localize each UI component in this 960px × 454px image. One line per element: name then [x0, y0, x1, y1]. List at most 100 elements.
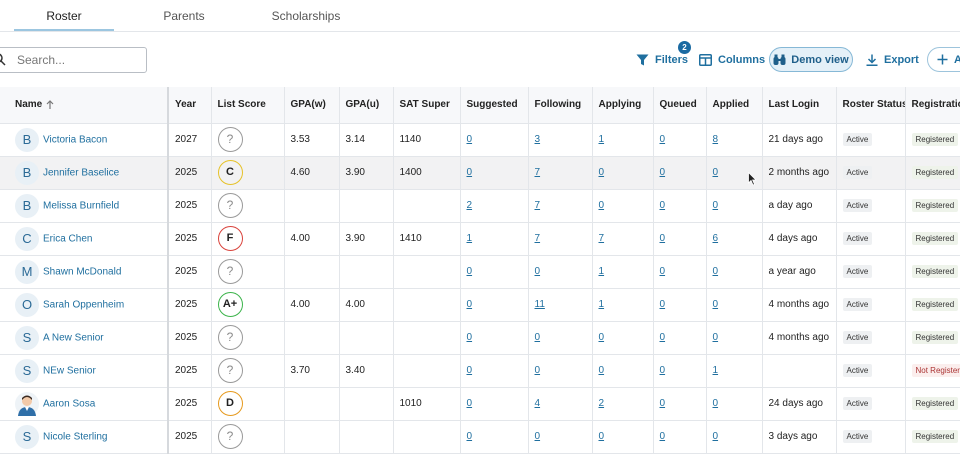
- queued-count-link[interactable]: 0: [660, 200, 666, 211]
- header-gpa-unweighted[interactable]: GPA(u): [339, 87, 394, 124]
- applying-count-link[interactable]: 0: [599, 200, 605, 211]
- applied-count-link[interactable]: 0: [713, 332, 719, 343]
- header-suggested[interactable]: Suggested: [460, 87, 529, 124]
- following-count-link[interactable]: 7: [535, 200, 541, 211]
- header-applied[interactable]: Applied: [706, 87, 763, 124]
- applied-count-link[interactable]: 8: [713, 134, 719, 145]
- applied-count-link[interactable]: 0: [713, 398, 719, 409]
- suggested-count-link[interactable]: 0: [467, 167, 473, 178]
- list-score-badge[interactable]: ?: [217, 358, 243, 383]
- list-score-badge[interactable]: ?: [217, 193, 243, 218]
- suggested-count-link[interactable]: 0: [467, 332, 473, 343]
- queued-count-link[interactable]: 0: [660, 266, 666, 277]
- student-name-link[interactable]: Erica Chen: [43, 233, 92, 244]
- header-list-score[interactable]: List Score: [211, 87, 285, 124]
- queued-count-link[interactable]: 0: [660, 134, 666, 145]
- student-name-link[interactable]: NEw Senior: [43, 365, 96, 376]
- columns-button[interactable]: Columns: [699, 48, 765, 72]
- header-following[interactable]: Following: [528, 87, 593, 124]
- tab-scholarships[interactable]: Scholarships: [256, 0, 356, 32]
- applying-count-link[interactable]: 0: [599, 167, 605, 178]
- table-row[interactable]: B Melissa Burnfield 2025? 2 7 0 0 0 a day ago Act…: [0, 189, 960, 223]
- following-count-link[interactable]: 4: [535, 398, 541, 409]
- search-input[interactable]: [17, 51, 137, 69]
- table-row[interactable]: S NEw Senior 2025? 3.70 3.40 0 0 0 0 1 Active Not R…: [0, 354, 960, 388]
- following-count-link[interactable]: 3: [535, 134, 541, 145]
- list-score-badge[interactable]: F: [217, 226, 243, 251]
- applied-count-link[interactable]: 0: [713, 266, 719, 277]
- table-row[interactable]: B Jennifer Baselice 2025 C 4.60 3.90 1400 0 7 0 0 0…: [0, 156, 960, 190]
- queued-count-link[interactable]: 0: [660, 167, 666, 178]
- applied-count-link[interactable]: 0: [713, 431, 719, 442]
- queued-count-link[interactable]: 0: [660, 365, 666, 376]
- header-queued[interactable]: Queued: [653, 87, 707, 124]
- applying-count-link[interactable]: 7: [599, 233, 605, 244]
- following-count-link[interactable]: 7: [535, 233, 541, 244]
- table-row[interactable]: S A New Senior 2025? 0 0 0 0 0 4 months ago Activ…: [0, 321, 960, 355]
- header-gpa-weighted[interactable]: GPA(w): [284, 87, 340, 124]
- applying-count-link[interactable]: 1: [599, 266, 605, 277]
- following-count-link[interactable]: 7: [535, 167, 541, 178]
- queued-count-link[interactable]: 0: [660, 431, 666, 442]
- list-score-badge[interactable]: ?: [217, 325, 243, 350]
- suggested-count-link[interactable]: 0: [467, 266, 473, 277]
- queued-count-link[interactable]: 0: [660, 332, 666, 343]
- applied-count-link[interactable]: 0: [713, 167, 719, 178]
- applied-count-link[interactable]: 1: [713, 365, 719, 376]
- applied-count-link[interactable]: 0: [713, 299, 719, 310]
- applying-count-link[interactable]: 0: [599, 332, 605, 343]
- applied-count-link[interactable]: 0: [713, 200, 719, 211]
- applied-count-link[interactable]: 6: [713, 233, 719, 244]
- header-applying[interactable]: Applying: [592, 87, 654, 124]
- list-score-badge[interactable]: ?: [217, 127, 243, 152]
- tab-roster[interactable]: Roster: [14, 0, 114, 32]
- table-row[interactable]: B Victoria Bacon 2027? 3.53 3.14 1140 0 3 1 0 8 21 …: [0, 123, 960, 157]
- list-score-badge[interactable]: D: [217, 391, 243, 416]
- following-count-link[interactable]: 0: [535, 266, 541, 277]
- applying-count-link[interactable]: 0: [599, 365, 605, 376]
- list-score-badge[interactable]: A+: [217, 292, 243, 317]
- following-count-link[interactable]: 0: [535, 332, 541, 343]
- header-last-login[interactable]: Last Login: [762, 87, 837, 124]
- suggested-count-link[interactable]: 0: [467, 134, 473, 145]
- student-name-link[interactable]: Victoria Bacon: [43, 134, 107, 145]
- student-name-link[interactable]: Nicole Sterling: [43, 431, 107, 442]
- suggested-count-link[interactable]: 2: [467, 200, 473, 211]
- applying-count-link[interactable]: 0: [599, 431, 605, 442]
- header-sat-super[interactable]: SAT Super: [393, 87, 461, 124]
- add-button[interactable]: A: [927, 47, 960, 72]
- header-name[interactable]: Name: [0, 87, 169, 124]
- student-name-link[interactable]: Shawn McDonald: [43, 266, 121, 277]
- demo-view-button[interactable]: Demo view: [769, 47, 853, 72]
- list-score-badge[interactable]: C: [217, 160, 243, 185]
- suggested-count-link[interactable]: 0: [467, 299, 473, 310]
- following-count-link[interactable]: 11: [535, 299, 545, 310]
- table-row[interactable]: O Sarah Oppenheim 2025 A+ 4.00 4.00 0 11 1 0 0 4 mo…: [0, 288, 960, 322]
- tab-parents[interactable]: Parents: [134, 0, 234, 32]
- table-row[interactable]: S Nicole Sterling 2025? 0 0 0 0 0 3 days ago Acti…: [0, 420, 960, 454]
- table-row[interactable]: M Shawn McDonald 2025? 0 0 1 0 0 a year ago Activ…: [0, 255, 960, 289]
- suggested-count-link[interactable]: 0: [467, 365, 473, 376]
- suggested-count-link[interactable]: 1: [467, 233, 473, 244]
- queued-count-link[interactable]: 0: [660, 299, 666, 310]
- student-name-link[interactable]: Jennifer Baselice: [43, 167, 119, 178]
- header-roster-status[interactable]: Roster Status: [836, 87, 906, 124]
- applying-count-link[interactable]: 2: [599, 398, 605, 409]
- following-count-link[interactable]: 0: [535, 365, 541, 376]
- list-score-badge[interactable]: ?: [217, 424, 243, 449]
- student-name-link[interactable]: A New Senior: [43, 332, 104, 343]
- following-count-link[interactable]: 0: [535, 431, 541, 442]
- header-year[interactable]: Year: [168, 87, 212, 124]
- header-registration[interactable]: Registration: [905, 87, 960, 124]
- applying-count-link[interactable]: 1: [599, 134, 605, 145]
- student-name-link[interactable]: Melissa Burnfield: [43, 200, 119, 211]
- export-button[interactable]: Export: [866, 48, 919, 72]
- suggested-count-link[interactable]: 0: [467, 398, 473, 409]
- table-row[interactable]: Aaron Sosa 2025 D 1010 0 4 2 0 0 24 days ago Activ…: [0, 387, 960, 421]
- student-name-link[interactable]: Sarah Oppenheim: [43, 299, 124, 310]
- suggested-count-link[interactable]: 0: [467, 431, 473, 442]
- table-row[interactable]: C Erica Chen 2025 F 4.00 3.90 1410 1 7 7 0 6 4 days …: [0, 222, 960, 256]
- student-name-link[interactable]: Aaron Sosa: [43, 398, 95, 409]
- applying-count-link[interactable]: 1: [599, 299, 605, 310]
- list-score-badge[interactable]: ?: [217, 259, 243, 284]
